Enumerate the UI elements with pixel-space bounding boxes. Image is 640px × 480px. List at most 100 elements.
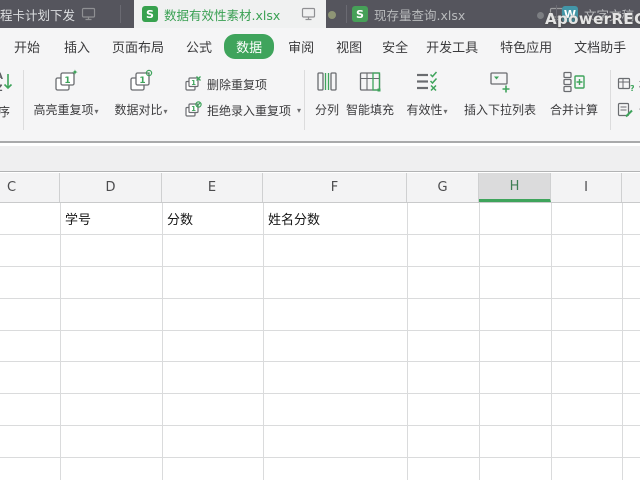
cell-E1-score[interactable]: 分数 (162, 203, 263, 234)
svg-text:Z: Z (0, 84, 3, 94)
reject-duplicates-icon: 1 (185, 101, 202, 117)
highlight-duplicates-button[interactable]: 1 ✦ 高亮重复项▾ (26, 68, 106, 118)
ribbon-tab-review[interactable]: 审阅 (288, 37, 314, 56)
svg-text:1: 1 (191, 105, 196, 113)
tab-divider (556, 5, 557, 23)
text-to-columns-button[interactable]: 分列 (306, 68, 348, 118)
gridline (0, 393, 640, 394)
doc-tab-active-validity-material[interactable]: S 数据有效性素材.xlsx (134, 0, 326, 28)
svg-text:✦: ✦ (72, 68, 79, 77)
svg-text:A: A (0, 72, 3, 82)
table-question-icon: ? (617, 77, 634, 93)
gridline (162, 203, 163, 480)
wps-spreadsheet-app-icon: S (142, 6, 158, 22)
wps-writer-app-icon: W (562, 6, 578, 22)
ribbon-tab-data-active[interactable]: 数据 (224, 33, 275, 59)
gridline (0, 266, 640, 267)
column-header-D[interactable]: D (60, 173, 162, 202)
validation-label: 有效性 (406, 103, 443, 117)
reject-duplicates-button[interactable]: 1 拒绝录入重复项 ▾ (184, 99, 301, 121)
doc-tab-stock-query[interactable]: S 现存量查询.xlsx (352, 0, 564, 28)
gridline (0, 234, 640, 235)
cell-D1-student-id[interactable]: 学号 (60, 203, 162, 234)
column-header-G[interactable]: G (407, 173, 479, 202)
doc-tab-plan[interactable]: 程卡计划下发 (0, 0, 96, 28)
ribbon-separator (610, 70, 611, 130)
svg-text:?: ? (630, 84, 634, 93)
insert-dropdown-list-icon (490, 72, 510, 93)
highlight-duplicates-icon: 1 ✦ (55, 68, 79, 91)
sheet-grid[interactable]: 学号 分数 姓名分数 (0, 203, 640, 480)
column-header-I[interactable]: I (551, 173, 622, 202)
consolidate-button[interactable]: 合并计算 (544, 68, 604, 118)
chevron-down-icon: ▾ (94, 107, 99, 116)
ribbon-separator (23, 70, 24, 130)
ribbon-tab-bar: 开始 插入 页面布局 公式 数据 审阅 视图 安全 开发工具 特色应用 文档助手 (0, 28, 640, 64)
column-header-F[interactable]: F (263, 173, 407, 202)
tab-divider (120, 5, 121, 23)
record-form-button-partial[interactable]: 记 (617, 99, 640, 121)
ribbon-tab-page-layout[interactable]: 页面布局 (112, 37, 164, 56)
tab-divider (346, 5, 347, 23)
smart-fill-button[interactable]: 智能填充 (344, 68, 396, 118)
chevron-down-icon: ▾ (297, 105, 302, 115)
gridline (0, 457, 640, 458)
wps-spreadsheet-app-icon: S (352, 6, 368, 22)
doc-tab-title: 文字文稿 (584, 7, 635, 23)
insert-dropdown-list-button[interactable]: 插入下拉列表 (458, 68, 542, 118)
cell-F1-name-score[interactable]: 姓名分数 (263, 203, 407, 234)
ribbon-tab-special-features[interactable]: 特色应用 (500, 37, 552, 56)
ribbon-tab-security[interactable]: 安全 (382, 37, 408, 56)
gridline (0, 298, 640, 299)
consolidate-icon (563, 71, 585, 93)
delete-duplicates-icon: 1 (185, 76, 201, 91)
ribbon-tab-developer[interactable]: 开发工具 (426, 37, 478, 56)
ribbon-tab-view[interactable]: 视图 (336, 37, 362, 56)
reject-duplicates-label: 拒绝录入重复项 (207, 103, 292, 118)
doc-tab-writer-document[interactable]: W 文字文稿 (562, 0, 634, 28)
status-dot-indicator (537, 12, 544, 19)
delete-duplicates-button[interactable]: 1 删除重复项 (184, 73, 301, 95)
column-header-C[interactable]: C (0, 173, 60, 202)
gridline (407, 203, 408, 480)
gridline (551, 203, 552, 480)
smart-fill-label: 智能填充 (345, 103, 394, 117)
doc-tab-title: 现存量查询.xlsx (374, 7, 466, 23)
ribbon-tab-doc-assistant[interactable]: 文档助手 (574, 37, 626, 56)
ribbon-tab-formulas[interactable]: 公式 (186, 37, 212, 56)
form-pencil-icon (617, 102, 633, 117)
data-compare-button[interactable]: 1 数据对比▾ (108, 68, 174, 118)
ribbon-tab-home[interactable]: 开始 (14, 37, 40, 56)
doc-tab-title: 程卡计划下发 (0, 7, 76, 23)
text-to-columns-icon (317, 72, 337, 91)
collapsed-formula-bar (0, 146, 640, 172)
gridline (0, 330, 640, 331)
monitor-icon (81, 7, 96, 21)
gridline (622, 203, 623, 480)
chevron-down-icon: ▾ (163, 107, 168, 116)
what-if-button-partial[interactable]: ? 模 (617, 73, 640, 95)
chevron-down-icon: ▾ (443, 107, 448, 116)
duplicates-small-buttons-group: 1 删除重复项 1 拒绝录入重复项 ▾ (184, 73, 301, 121)
column-header-partial[interactable] (622, 173, 640, 202)
monitor-icon (301, 7, 316, 21)
gridline (263, 203, 264, 480)
column-header-E[interactable]: E (162, 173, 263, 202)
right-small-buttons-group-partial: ? 模 记 (617, 73, 640, 121)
svg-text:1: 1 (139, 76, 145, 86)
ribbon-tab-insert[interactable]: 插入 (64, 37, 90, 56)
gridline (60, 203, 61, 480)
sort-button-partial[interactable]: A Z 序 (0, 68, 20, 120)
gridline (0, 425, 640, 426)
column-header-H-selected[interactable]: H (479, 173, 551, 202)
validation-button[interactable]: 有效性▾ (402, 68, 452, 118)
column-header-row: C D E F G H I (0, 173, 640, 203)
consolidate-label: 合并计算 (549, 103, 598, 117)
status-dot-indicator (328, 11, 336, 19)
data-compare-icon: 1 (130, 69, 153, 91)
wps-spreadsheet-window: 程卡计划下发 S 数据有效性素材.xlsx S 现存量查询.xlsx W 文字文… (0, 0, 640, 480)
svg-text:1: 1 (64, 76, 70, 86)
ribbon-separator (304, 70, 305, 130)
insert-dropdown-list-label: 插入下拉列表 (463, 103, 536, 117)
sort-az-icon: A Z (0, 72, 13, 94)
